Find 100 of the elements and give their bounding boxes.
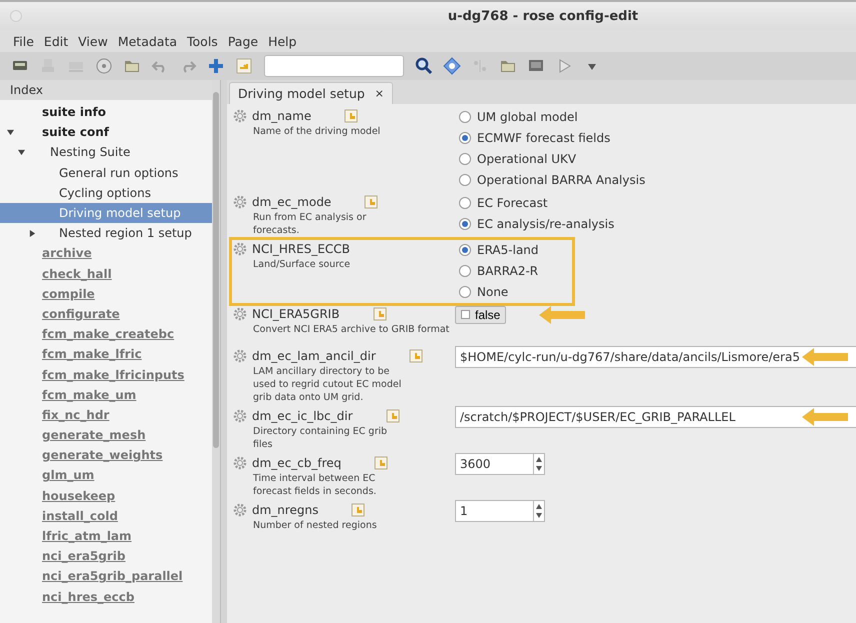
menu-item[interactable]: Metadata (112, 32, 182, 50)
gear-icon[interactable] (233, 456, 247, 470)
radio-button[interactable] (459, 132, 471, 144)
index-header: Index (0, 80, 212, 100)
edit-icon[interactable] (351, 502, 366, 516)
tree-item[interactable]: General run options (59, 166, 178, 180)
menu-item[interactable]: Tools (182, 32, 223, 50)
tree-item[interactable]: install_cold (42, 508, 118, 523)
spin-field[interactable]: 3600 (455, 453, 545, 475)
spin-arrows-icon[interactable] (533, 501, 544, 521)
expander-icon[interactable] (29, 230, 36, 237)
edit-icon[interactable] (364, 194, 378, 208)
gear-icon[interactable] (233, 306, 247, 320)
option-label: EC Forecast (477, 196, 548, 210)
setting-description: Name of the driving model (253, 125, 382, 138)
tree-item[interactable]: Nesting Suite (50, 145, 130, 160)
option-label: Operational UKV (477, 152, 576, 166)
expander-icon[interactable] (7, 128, 14, 136)
radio-button[interactable] (459, 286, 471, 298)
setting-name: dm_ec_cb_freq (252, 456, 342, 470)
setting-name: NCI_HRES_ECCB (252, 242, 350, 256)
setting-description: LAM ancillary directory to be used to regrid cutout EC model grib data onto UM grid. (253, 365, 402, 404)
import-icon[interactable] (235, 57, 253, 75)
tab[interactable]: Driving model setup × (229, 82, 394, 104)
setting-name: dm_ec_mode (252, 194, 332, 208)
setting-description: Time interval between EC forecast fields in seconds. (253, 472, 378, 498)
tree-item[interactable]: glm_um (42, 468, 94, 482)
setting-name: NCI_ERA5GRIB (252, 306, 340, 320)
radio-button[interactable] (459, 218, 471, 230)
menu-item[interactable]: Help (263, 32, 302, 50)
tree-item[interactable]: lfric_atm_lam (42, 529, 132, 544)
setting-description: Run from EC analysis or forecasts. (253, 211, 368, 237)
window-title: u-dg768 - rose config-edit (448, 8, 638, 24)
option-label: UM global model (477, 110, 578, 124)
spin-field[interactable]: 1 (455, 500, 545, 522)
edit-icon[interactable] (408, 348, 423, 362)
gear-icon[interactable] (233, 194, 247, 208)
radio-button[interactable] (459, 244, 471, 256)
tree-item[interactable]: compile (42, 286, 95, 301)
plus-icon[interactable] (207, 57, 225, 75)
tree-item[interactable]: check_hall (42, 266, 112, 281)
disc-icon[interactable] (95, 57, 113, 75)
menu-item[interactable]: File (8, 32, 39, 50)
option-label: ERA5-land (477, 242, 539, 256)
option-label: Operational BARRA Analysis (477, 172, 646, 186)
edit-icon[interactable] (372, 306, 387, 320)
setting-description: Directory containing EC grib files (253, 425, 388, 451)
window-button[interactable] (10, 10, 22, 22)
edit-icon[interactable] (374, 456, 388, 470)
gear-icon[interactable] (233, 348, 247, 362)
tree-item[interactable]: suite conf (42, 125, 109, 140)
toggle-button[interactable]: false (455, 306, 506, 324)
radio-button[interactable] (459, 152, 471, 164)
search-field[interactable] (264, 55, 404, 77)
tree-item[interactable]: Nested region 1 setup (59, 226, 192, 240)
tree-item[interactable]: nci_era5grib_parallel (42, 569, 183, 584)
tree-item[interactable]: suite info (42, 105, 106, 120)
help-icon[interactable] (443, 57, 461, 75)
tree-item[interactable]: nci_hres_eccb (42, 590, 134, 604)
gear-icon[interactable] (233, 108, 247, 122)
option-label: None (477, 284, 508, 298)
menu-item[interactable]: View (73, 32, 113, 50)
tree-item[interactable]: fcm_make_lfric (42, 347, 142, 362)
gear-icon[interactable] (233, 242, 247, 256)
tree-item[interactable]: housekeep (42, 488, 116, 503)
edit-icon[interactable] (344, 108, 358, 122)
setting-name: dm_ec_lam_ancil_dir (252, 348, 376, 362)
setting-description: Number of nested regions (253, 519, 378, 532)
setting-name: dm_nregns (252, 502, 318, 516)
setting-name: dm_name (252, 108, 312, 122)
scrollbar[interactable] (212, 80, 220, 623)
spin-arrows-icon[interactable] (533, 454, 544, 474)
close-icon[interactable]: × (374, 87, 384, 100)
radio-button[interactable] (459, 196, 471, 208)
menu-item[interactable]: Edit (38, 32, 74, 50)
gear-icon[interactable] (233, 502, 247, 516)
option-label: EC analysis/re-analysis (477, 216, 614, 230)
tree-item[interactable]: generate_weights (42, 448, 163, 462)
radio-button[interactable] (459, 264, 471, 276)
radio-button[interactable] (459, 110, 471, 122)
tree-item[interactable]: fcm_make_um (42, 388, 136, 402)
setting-description: Land/Surface source (253, 258, 352, 271)
tree-item[interactable]: configurate (42, 306, 120, 321)
tree-item[interactable]: nci_era5grib (42, 549, 126, 564)
tree-item[interactable]: Cycling options (59, 186, 151, 200)
menu-item[interactable]: Page (222, 32, 264, 50)
tree-item[interactable]: fcm_make_lfricinputs (42, 368, 184, 382)
tree-item[interactable]: fcm_make_createbc (42, 327, 174, 342)
input-field[interactable]: /scratch/$PROJECT/$USER/EC_GRIB_PARALLEL (455, 406, 856, 428)
tree-item[interactable]: generate_mesh (42, 428, 146, 442)
gear-icon[interactable] (233, 408, 247, 422)
setting-description: Convert NCI ERA5 archive to GRIB format (253, 323, 450, 336)
search-icon[interactable] (415, 57, 433, 75)
edit-icon[interactable] (386, 408, 400, 422)
radio-button[interactable] (459, 174, 471, 186)
input-field[interactable]: $HOME/cylc-run/u-dg767/share/data/ancils/Lismore/era5 (455, 346, 856, 368)
tree-item[interactable]: fix_nc_hdr (42, 408, 110, 422)
tree-item[interactable]: archive (42, 246, 92, 260)
expander-icon[interactable] (18, 148, 25, 156)
option-label: BARRA2-R (477, 264, 538, 278)
